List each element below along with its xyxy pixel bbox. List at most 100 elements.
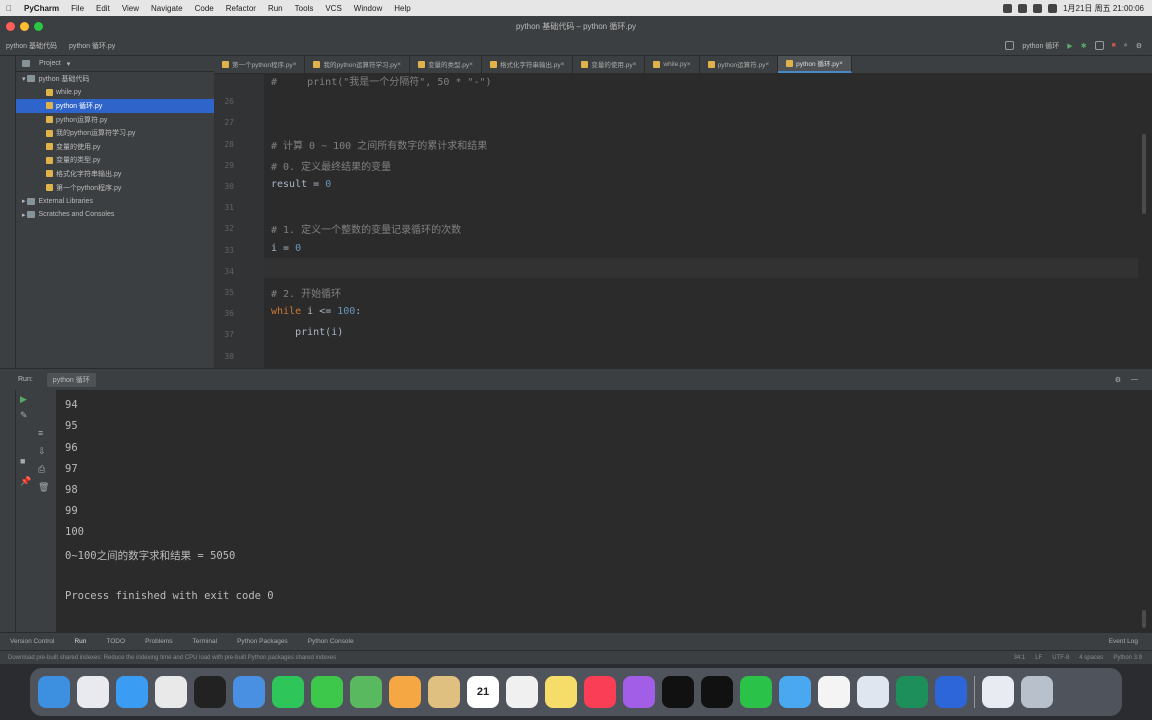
project-panel-header[interactable]: Project ▾	[16, 56, 214, 72]
launchpad-icon[interactable]	[77, 676, 109, 708]
tool-window-todo[interactable]: TODO	[96, 638, 135, 645]
status-item[interactable]: LF	[1035, 655, 1042, 661]
print-icon[interactable]: ⎙	[38, 464, 45, 475]
event-log-button[interactable]: Event Log	[1109, 638, 1152, 645]
video-icon[interactable]	[935, 676, 967, 708]
wifi-icon[interactable]	[1003, 3, 1013, 13]
close-icon[interactable]: ×	[839, 60, 843, 67]
editor-scrollbar[interactable]	[1138, 74, 1152, 368]
settings-icon[interactable]: ⚙	[1136, 42, 1142, 50]
status-item[interactable]: 4 spaces	[1079, 655, 1103, 661]
music-icon[interactable]	[584, 676, 616, 708]
breadcrumb-project[interactable]: python 基础代码	[0, 41, 63, 51]
status-item[interactable]: Python 3.9	[1113, 655, 1142, 661]
run-icon[interactable]: ▶	[1067, 42, 1072, 50]
status-item[interactable]: UTF-8	[1052, 655, 1069, 661]
soft-wrap-icon[interactable]: ≡	[38, 428, 43, 438]
terminal-icon[interactable]	[194, 676, 226, 708]
editor-scroll-thumb[interactable]	[1142, 134, 1146, 214]
battery-icon[interactable]	[1018, 3, 1028, 13]
project-file-item[interactable]: 我的python运算符学习.py	[16, 126, 214, 140]
chevron-down-icon[interactable]: ▾	[67, 60, 71, 68]
scratches-and-consoles[interactable]: ▸ Scratches and Consoles	[16, 208, 214, 222]
close-icon[interactable]: ×	[293, 61, 297, 68]
close-icon[interactable]: ×	[561, 61, 565, 68]
editor-tab[interactable]: python 循环.py ×	[778, 56, 852, 73]
project-file-item[interactable]: 变量的类型.py	[16, 154, 214, 168]
gear-icon[interactable]: ⚙	[1115, 376, 1121, 384]
podcasts-icon[interactable]	[623, 676, 655, 708]
project-file-item[interactable]: 变量的使用.py	[16, 140, 214, 154]
stop-run-icon[interactable]: ■	[20, 456, 25, 466]
hammer-icon[interactable]	[1005, 41, 1015, 50]
run-tab[interactable]: python 循环	[46, 372, 96, 387]
editor-tab[interactable]: 我的python运算符学习.py ×	[305, 56, 410, 73]
qq-icon[interactable]	[701, 676, 733, 708]
mail-icon[interactable]	[233, 676, 265, 708]
project-file-item[interactable]: 第一个python程序.py	[16, 181, 214, 195]
close-icon[interactable]: ×	[765, 61, 769, 68]
menu-item-view[interactable]: View	[116, 4, 145, 13]
tool-window-python-console[interactable]: Python Console	[298, 638, 364, 645]
run-console[interactable]: 939495969798991000~100之间的数字求和结果 = 5050Pr…	[56, 390, 1138, 632]
project-file-item[interactable]: 格式化字符串输出.py	[16, 167, 214, 181]
cloud-icon[interactable]	[857, 676, 889, 708]
menu-item-run[interactable]: Run	[262, 4, 289, 13]
menu-item-refactor[interactable]: Refactor	[220, 4, 262, 13]
control-center-icon[interactable]	[1048, 3, 1058, 13]
minimize-window-button[interactable]	[20, 22, 29, 31]
rerun-icon[interactable]: ▶	[20, 394, 27, 405]
chat-icon[interactable]	[779, 676, 811, 708]
finder-icon[interactable]	[38, 676, 70, 708]
search-icon[interactable]	[1033, 3, 1043, 13]
console-scrollbar[interactable]	[1138, 390, 1152, 632]
messages-icon[interactable]	[311, 676, 343, 708]
close-icon[interactable]: ×	[469, 61, 473, 68]
close-icon[interactable]: ×	[687, 61, 691, 68]
clock[interactable]: 1月21日 周五 21:00:06	[1063, 3, 1144, 14]
editor-tab[interactable]: 格式化字符串输出.py ×	[482, 56, 574, 73]
wechat-icon[interactable]	[740, 676, 772, 708]
wrench-icon[interactable]: ✎	[20, 410, 28, 421]
debug-icon[interactable]: ✱	[1081, 42, 1087, 50]
editor-tab[interactable]: while.py ×	[645, 56, 700, 73]
close-icon[interactable]: ×	[397, 61, 401, 68]
menu-item-edit[interactable]: Edit	[90, 4, 116, 13]
notes-icon[interactable]	[428, 676, 460, 708]
project-root[interactable]: ▾ python 基础代码	[16, 72, 214, 86]
calendar-icon[interactable]: 21	[467, 676, 499, 708]
menu-item-help[interactable]: Help	[388, 4, 416, 13]
reminders-icon[interactable]	[506, 676, 538, 708]
menu-item-navigate[interactable]: Navigate	[145, 4, 189, 13]
tv-icon[interactable]	[662, 676, 694, 708]
editor-tab[interactable]: 第一个python程序.py ×	[214, 56, 306, 73]
menu-item-window[interactable]: Window	[348, 4, 388, 13]
run-config-select[interactable]: python 循环	[1022, 41, 1059, 51]
trash-run-icon[interactable]: 🗑	[38, 482, 49, 493]
project-file-item[interactable]: while.py	[16, 86, 214, 100]
close-icon[interactable]: ×	[633, 61, 637, 68]
console-scroll-thumb[interactable]	[1142, 610, 1146, 628]
zoom-window-button[interactable]	[34, 22, 43, 31]
code-editor[interactable]: 26 27 28 29 30 31 32 33 34 35 36 37 38 # print("我是一个…	[214, 74, 1138, 368]
facetime-icon[interactable]	[272, 676, 304, 708]
apple-icon[interactable]: 	[0, 4, 18, 13]
editor-tab[interactable]: 变量的使用.py ×	[573, 56, 646, 73]
tool-window-run[interactable]: Run	[64, 638, 96, 645]
search-everywhere-icon[interactable]: ⌕	[1124, 42, 1128, 50]
menu-item-file[interactable]: File	[65, 4, 90, 13]
status-item[interactable]: 34:1	[1014, 655, 1026, 661]
trash-icon[interactable]	[1021, 676, 1053, 708]
coverage-icon[interactable]	[1094, 41, 1104, 50]
tool-window-terminal[interactable]: Terminal	[183, 638, 228, 645]
editor-tab[interactable]: python运算符.py ×	[700, 56, 779, 73]
editor-tab[interactable]: 变量的类型.py ×	[410, 56, 482, 73]
maps-icon[interactable]	[350, 676, 382, 708]
pin-icon[interactable]: 📌	[20, 476, 31, 487]
project-file-item[interactable]: python运算符.py	[16, 113, 214, 127]
preview-icon[interactable]	[982, 676, 1014, 708]
scroll-to-end-icon[interactable]: ⇩	[38, 446, 46, 457]
stickies-icon[interactable]	[545, 676, 577, 708]
pycharm-icon[interactable]	[896, 676, 928, 708]
tool-window-python-packages[interactable]: Python Packages	[227, 638, 298, 645]
